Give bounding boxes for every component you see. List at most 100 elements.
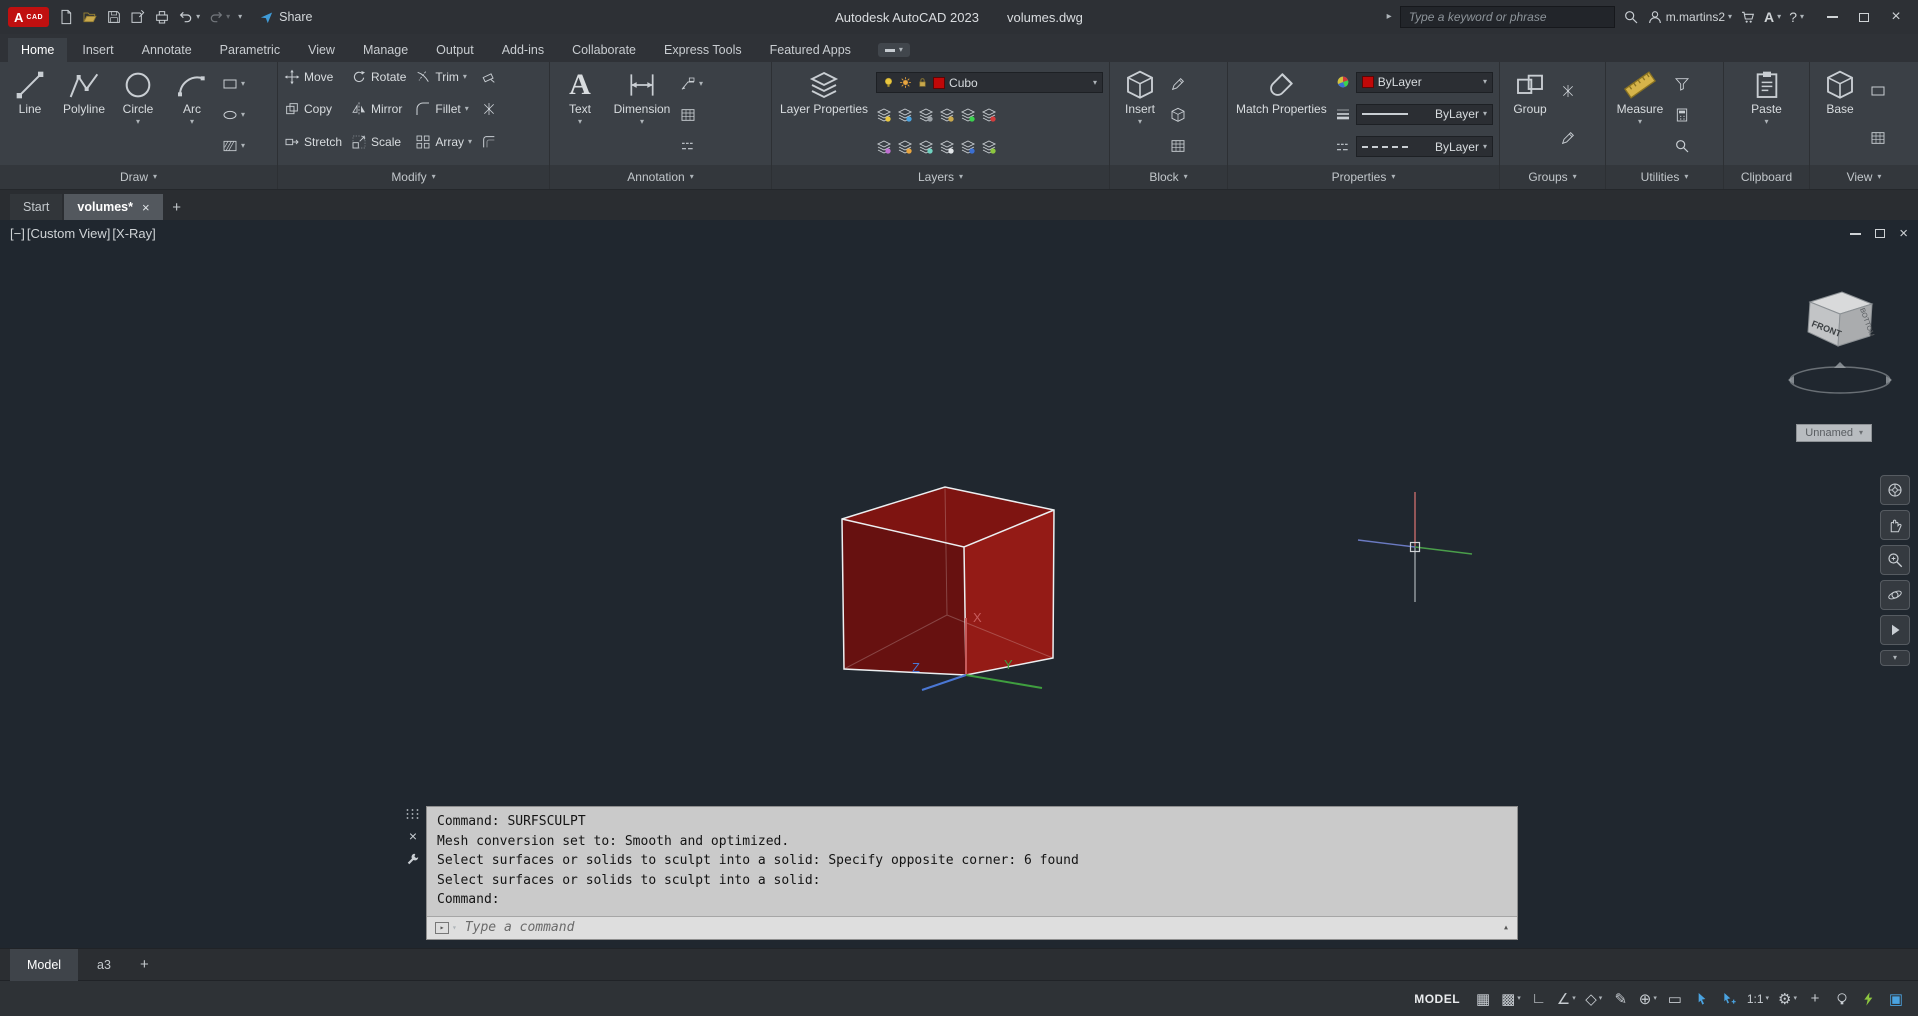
navigation-wheel-button[interactable] <box>1880 475 1910 505</box>
qat-customize-button[interactable]: ▾ <box>235 5 245 29</box>
viewport-minimize-icon[interactable] <box>1850 232 1862 235</box>
visual-style-button[interactable]: [X-Ray] <box>112 226 155 241</box>
line-button[interactable]: Line <box>6 66 54 163</box>
polar-tracking-button[interactable]: ∠ ▾ <box>1554 986 1579 1012</box>
recent-commands-button[interactable]: ▸ ▾ <box>435 921 457 934</box>
circle-button[interactable]: Circle ▾ <box>114 66 162 163</box>
layer-lock-button[interactable] <box>939 105 955 125</box>
pan-button[interactable] <box>1880 510 1910 540</box>
viewport-config-button[interactable] <box>1870 81 1886 101</box>
minimize-button[interactable] <box>1818 5 1846 29</box>
properties-panel-title[interactable]: Properties ▾ <box>1228 165 1499 189</box>
layer-freeze-button[interactable] <box>918 105 934 125</box>
clean-screen-button[interactable]: ▣ <box>1884 986 1908 1012</box>
tab-featured-apps[interactable]: Featured Apps <box>757 38 864 62</box>
text-button[interactable]: A Text ▾ <box>556 66 604 163</box>
new-button[interactable] <box>55 5 77 29</box>
redo-button[interactable]: ▾ <box>205 5 233 29</box>
group-edit-button[interactable] <box>1560 128 1576 148</box>
layer-match-button[interactable] <box>960 105 976 125</box>
array-button[interactable]: Array ▾ <box>415 131 472 153</box>
move-button[interactable]: Move <box>284 66 342 88</box>
share-button[interactable]: Share <box>259 10 312 25</box>
insert-button[interactable]: Insert ▾ <box>1116 66 1164 163</box>
plot-button[interactable] <box>151 5 173 29</box>
annotation-panel-title[interactable]: Annotation ▾ <box>550 165 771 189</box>
create-block-button[interactable] <box>1170 105 1186 125</box>
new-layout-button[interactable]: + <box>130 949 159 981</box>
layer-unlock-button[interactable] <box>918 137 934 157</box>
mirror-button[interactable]: Mirror <box>351 98 406 120</box>
layer-off-button[interactable] <box>876 105 892 125</box>
fillet-button[interactable]: Fillet ▾ <box>415 98 472 120</box>
lineweight-select[interactable]: ByLayer ▾ <box>1355 103 1493 125</box>
save-as-button[interactable] <box>127 5 149 29</box>
orbit-button[interactable] <box>1880 580 1910 610</box>
tab-output[interactable]: Output <box>423 38 487 62</box>
collapse-history-button[interactable]: ▴ <box>1503 922 1509 933</box>
layer-select[interactable]: Cubo ▾ <box>876 72 1103 93</box>
drawing-area[interactable]: [−] [Custom View] [X-Ray] × X Y Z FRONT … <box>0 220 1918 948</box>
group-button[interactable]: Group <box>1506 66 1554 163</box>
layers-panel-title[interactable]: Layers ▾ <box>772 165 1109 189</box>
scale-button[interactable]: Scale <box>351 131 406 153</box>
layout-tab-model[interactable]: Model <box>10 948 79 981</box>
measure-button[interactable]: Measure ▾ <box>1612 66 1668 163</box>
multileader-button[interactable]: ▾ <box>680 74 703 94</box>
new-drawing-button[interactable]: + <box>165 194 189 220</box>
rectangle-button[interactable]: ▾ <box>222 74 245 94</box>
quick-select-button[interactable] <box>1674 74 1690 94</box>
layer-make-current-button[interactable] <box>981 105 997 125</box>
rotate-button[interactable]: Rotate <box>351 66 406 88</box>
annotation-monitor-button[interactable]: ✎ <box>1609 986 1633 1012</box>
customization-button[interactable]: + <box>1803 986 1827 1012</box>
view-panel-title[interactable]: View ▾ <box>1810 165 1918 189</box>
tab-addins[interactable]: Add-ins <box>489 38 557 62</box>
maximize-button[interactable] <box>1850 5 1878 29</box>
search-button[interactable] <box>1623 9 1639 25</box>
close-tab-icon[interactable]: × <box>142 200 150 215</box>
dimension-style-button[interactable] <box>680 136 703 156</box>
viewport-restore-icon[interactable] <box>1875 229 1886 238</box>
grid-display-button[interactable]: ▦ <box>1471 986 1495 1012</box>
isolate-objects-button[interactable] <box>1830 986 1854 1012</box>
dynamic-input-button[interactable] <box>1717 986 1741 1012</box>
model-space-button[interactable]: MODEL <box>1414 992 1460 1006</box>
utilities-panel-title[interactable]: Utilities ▾ <box>1606 165 1723 189</box>
save-button[interactable] <box>103 5 125 29</box>
copy-button[interactable]: Copy <box>284 98 342 120</box>
trim-button[interactable]: Trim ▾ <box>415 66 472 88</box>
offset-button[interactable] <box>481 131 497 153</box>
draw-panel-title[interactable]: Draw ▾ <box>0 165 277 189</box>
paste-button[interactable]: Paste ▾ <box>1743 66 1791 163</box>
undo-button[interactable]: ▾ <box>175 5 203 29</box>
clipboard-panel-title[interactable]: Clipboard <box>1724 165 1809 189</box>
navbar-menu-button[interactable]: ▾ <box>1880 650 1910 666</box>
tab-collaborate[interactable]: Collaborate <box>559 38 649 62</box>
command-close-button[interactable]: × <box>409 829 417 843</box>
quick-calc-button[interactable] <box>1674 105 1690 125</box>
viewport-menu-button[interactable]: [−] <box>10 226 25 241</box>
snap-mode-button[interactable]: ▩ ▾ <box>1498 986 1524 1012</box>
layer-thaw-button[interactable] <box>897 137 913 157</box>
lineweight-display-button[interactable]: ▭ <box>1663 986 1687 1012</box>
layout-tab-a3[interactable]: a3 <box>80 949 128 981</box>
base-button[interactable]: Base <box>1816 66 1864 163</box>
linetype-select[interactable]: ByLayer ▾ <box>1355 136 1493 158</box>
stretch-button[interactable]: Stretch <box>284 131 342 153</box>
search-input[interactable]: Type a keyword or phrase <box>1399 6 1615 28</box>
ungroup-button[interactable] <box>1560 81 1576 101</box>
tab-express-tools[interactable]: Express Tools <box>651 38 755 62</box>
arc-button[interactable]: Arc ▾ <box>168 66 216 163</box>
command-input[interactable]: ▸ ▾ Type a command ▴ <box>427 915 1517 939</box>
ellipse-button[interactable]: ▾ <box>222 105 245 125</box>
file-tab-volumes[interactable]: volumes* × <box>64 194 163 220</box>
ortho-button[interactable]: ∟ <box>1527 986 1551 1012</box>
match-properties-button[interactable]: Match Properties <box>1234 66 1329 163</box>
chevron-right-icon[interactable]: ▸ <box>1387 12 1392 22</box>
viewport-name-dropdown[interactable]: Unnamed ▾ <box>1796 424 1872 442</box>
table-button[interactable] <box>680 105 703 125</box>
view-control-button[interactable]: [Custom View] <box>27 226 111 241</box>
object-color-select[interactable]: ByLayer ▾ <box>1355 71 1493 93</box>
file-tab-start[interactable]: Start <box>10 194 63 220</box>
